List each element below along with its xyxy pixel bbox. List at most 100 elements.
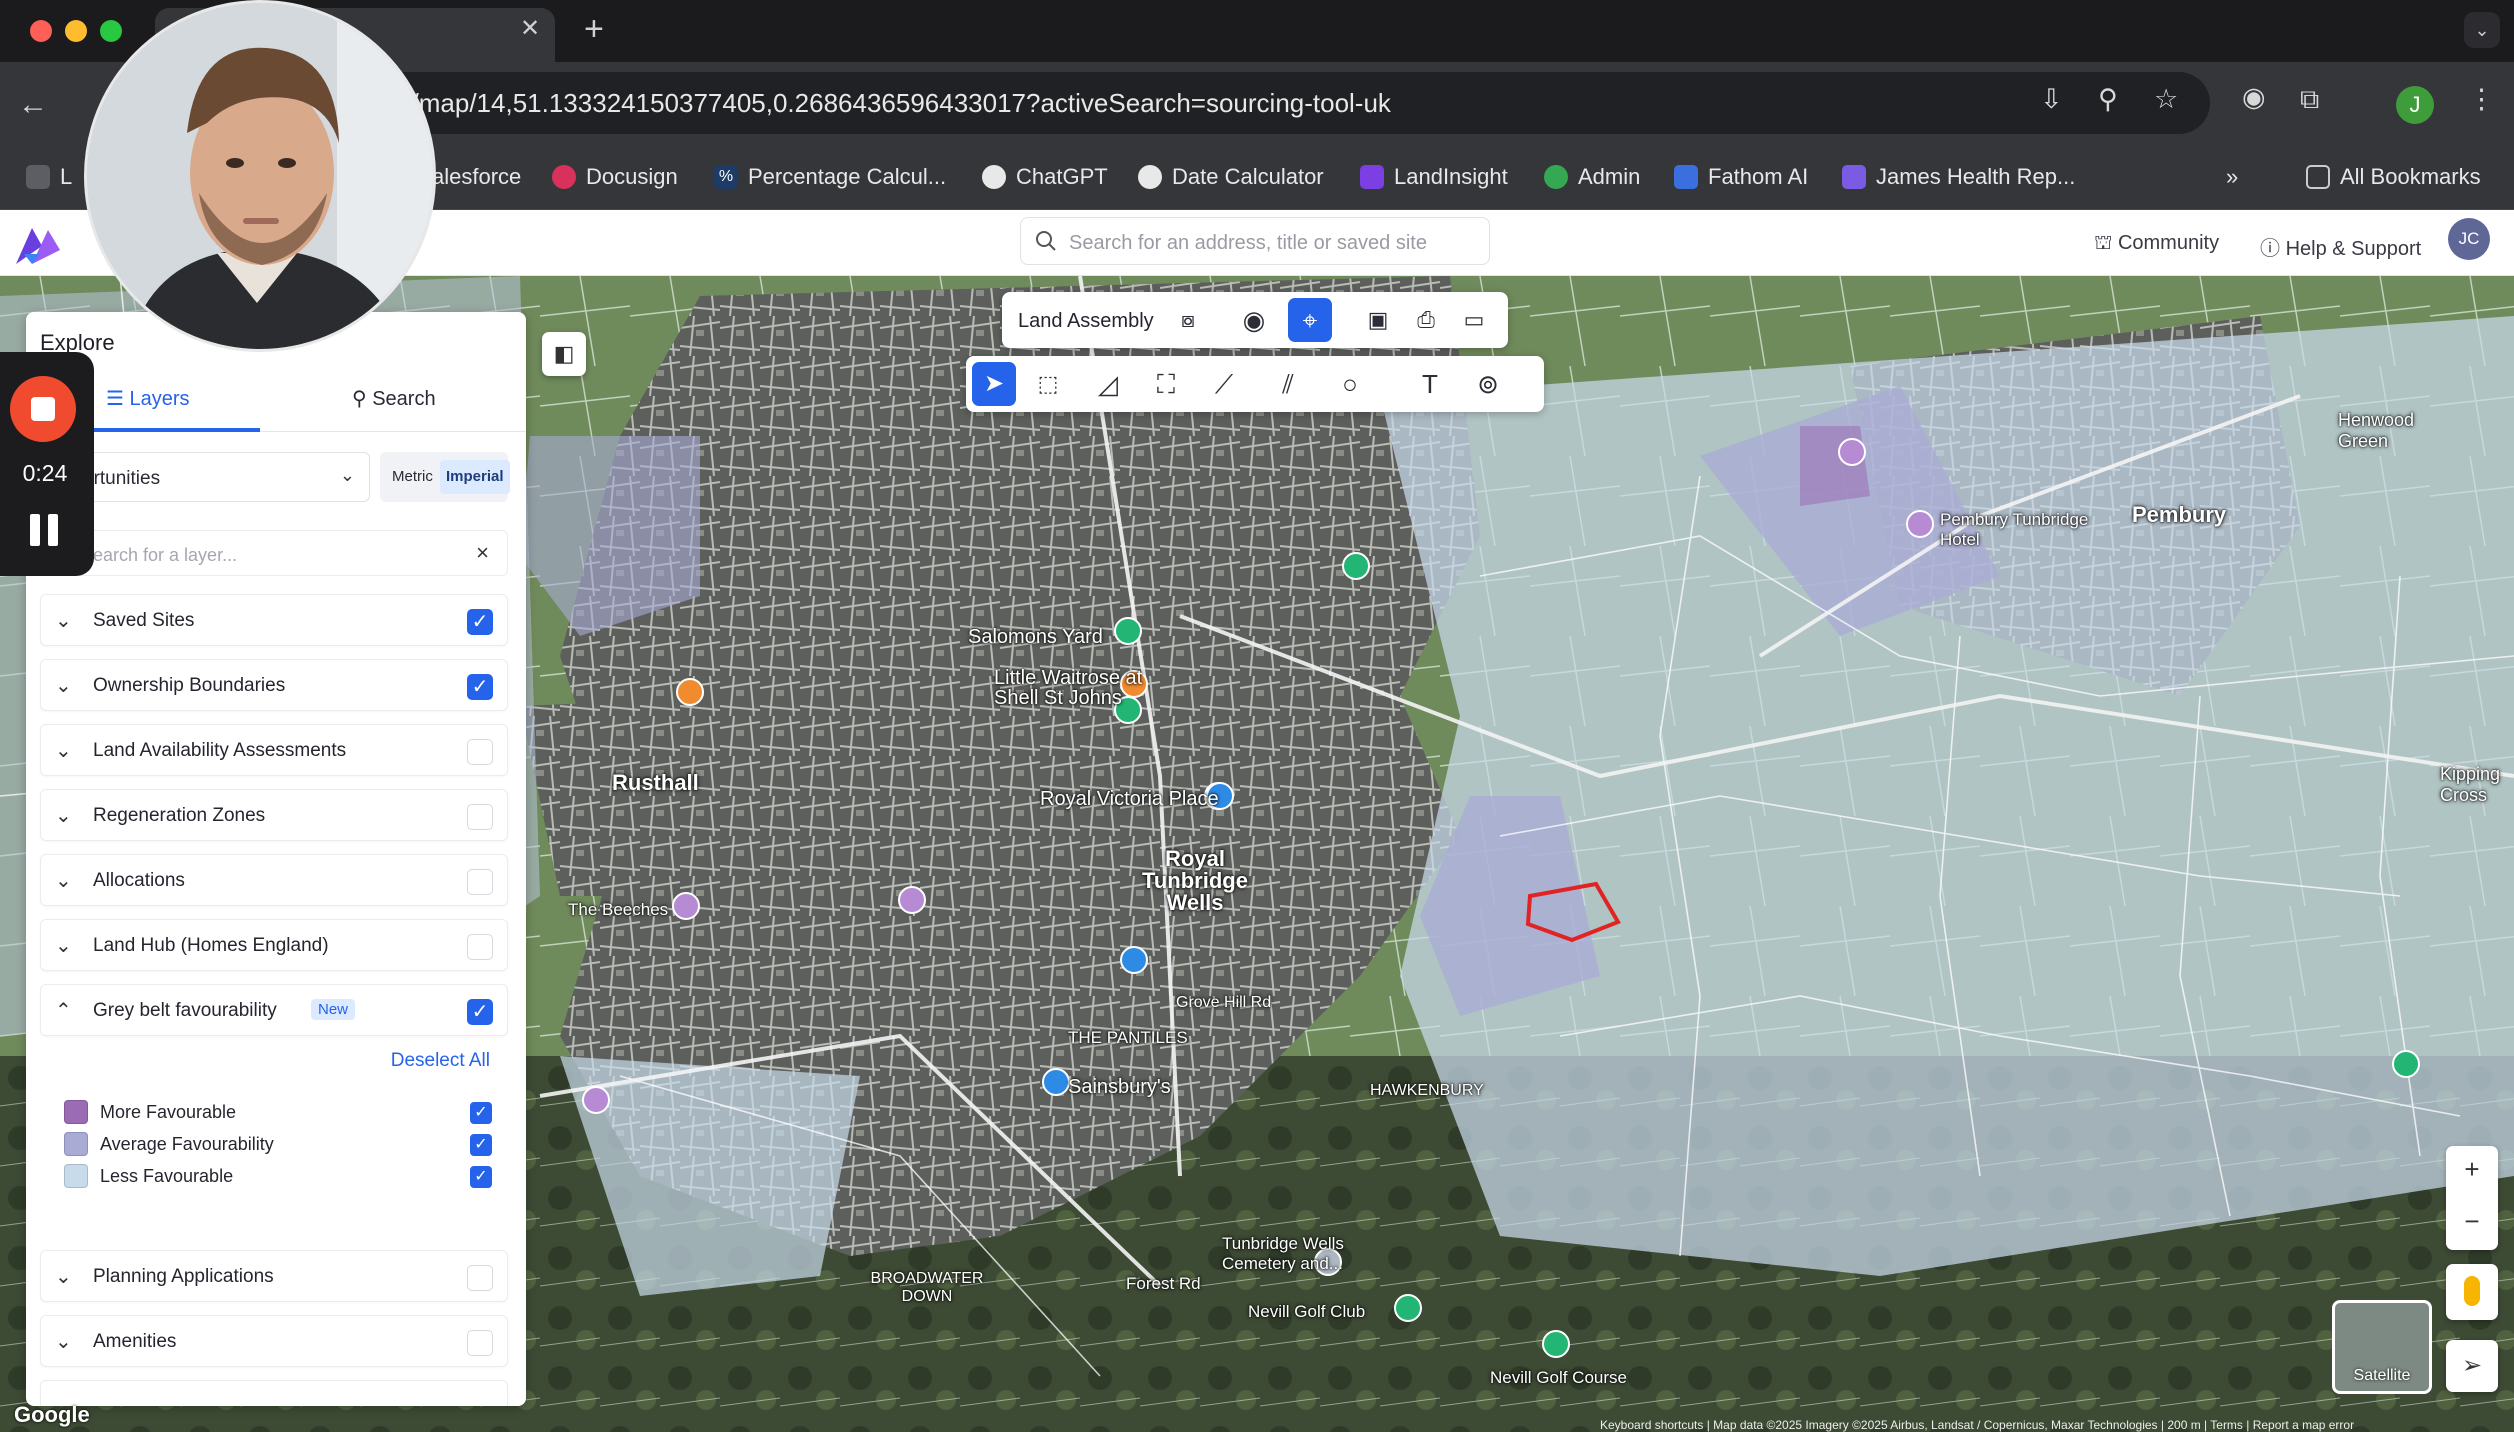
print-icon[interactable]: ⎙ <box>1404 298 1448 342</box>
chevron-down-icon[interactable]: ⌄ <box>55 1329 72 1354</box>
tab-close-icon[interactable]: ✕ <box>520 14 540 43</box>
unit-metric[interactable]: Metric <box>386 460 439 494</box>
draw-line-icon[interactable]: ⟋ <box>1202 362 1246 406</box>
satellite-toggle[interactable]: Satellite <box>2332 1300 2432 1394</box>
chevron-down-icon[interactable]: ⌄ <box>55 803 72 828</box>
street-view-pegman-icon[interactable] <box>2446 1264 2498 1320</box>
image-export-icon[interactable]: ▣ <box>1356 298 1400 342</box>
deselect-all-link[interactable]: Deselect All <box>391 1050 490 1072</box>
chevron-down-icon[interactable]: ⌄ <box>55 868 72 893</box>
map-label-kipping-cross: Kipping Cross <box>2440 764 2501 805</box>
layer-row-partial[interactable] <box>40 1380 508 1406</box>
layer-checkbox[interactable] <box>467 869 493 895</box>
legend-checkbox-less[interactable]: ✓ <box>470 1166 492 1188</box>
layer-checkbox[interactable] <box>467 934 493 960</box>
present-screen-icon[interactable]: ▭ <box>1452 298 1496 342</box>
bookmark-docusign[interactable]: Docusign <box>552 164 678 190</box>
select-cursor-icon[interactable]: ➤ <box>972 362 1016 406</box>
new-tab-button[interactable]: + <box>584 10 604 49</box>
bookmark-fathom-ai[interactable]: Fathom AI <box>1674 164 1808 190</box>
bookmark-date-calculator[interactable]: Date Calculator <box>1138 164 1324 190</box>
draw-polygon-icon[interactable]: ◿ <box>1086 362 1130 406</box>
measure-ruler-icon[interactable]: ⫽ <box>1266 362 1310 406</box>
visibility-eye-icon[interactable]: ◉ <box>1232 298 1276 342</box>
webcam-bubble[interactable] <box>84 0 436 352</box>
layer-search-input[interactable]: Search for a layer... × <box>40 530 508 576</box>
layer-row-allocations[interactable]: ⌄ Allocations <box>40 854 508 906</box>
more-bookmarks-chevron-icon[interactable]: » <box>2226 164 2238 190</box>
pause-icon[interactable] <box>30 514 60 546</box>
layer-checkbox[interactable] <box>467 1265 493 1291</box>
all-bookmarks-folder[interactable]: All Bookmarks <box>2306 164 2481 190</box>
layer-checkbox[interactable]: ✓ <box>467 674 493 700</box>
chevron-down-icon[interactable]: ⌄ <box>55 1264 72 1289</box>
layer-row-saved-sites[interactable]: ⌄ Saved Sites ✓ <box>40 594 508 646</box>
layer-row-planning-applications[interactable]: ⌄ Planning Applications <box>40 1250 508 1302</box>
chevron-down-icon[interactable]: ⌄ <box>55 673 72 698</box>
layer-checkbox[interactable]: ✓ <box>467 609 493 635</box>
add-marker-icon[interactable]: ⊚ <box>1466 362 1510 406</box>
zoom-out-icon[interactable]: − <box>2446 1206 2498 1237</box>
landinsight-logo[interactable] <box>12 224 64 268</box>
tab-layers[interactable]: ☰ Layers <box>106 386 190 411</box>
chevron-down-icon[interactable]: ⌄ <box>55 933 72 958</box>
tab-search-button[interactable]: ⌄ <box>2464 12 2500 48</box>
bookmark-salesforce[interactable]: alesforce <box>432 164 521 190</box>
chevron-up-icon[interactable]: ⌃ <box>55 998 72 1023</box>
layer-checkbox[interactable] <box>467 739 493 765</box>
land-assembly-icon[interactable]: ⧇ <box>1166 298 1210 342</box>
layer-checkbox[interactable] <box>467 1330 493 1356</box>
active-tab-indicator <box>86 428 260 432</box>
legend-checkbox-average[interactable]: ✓ <box>470 1134 492 1156</box>
extensions-puzzle-icon[interactable]: ⧉ <box>2300 84 2319 116</box>
browser-menu-icon[interactable]: ⋮ <box>2468 84 2495 115</box>
layer-checkbox[interactable]: ✓ <box>467 999 493 1025</box>
map-label-broadwater-down: BROADWATER DOWN <box>870 1270 984 1305</box>
map-mode-toolbar: Land Assembly ⧇ ◉ ⌖ ▣ ⎙ ▭ <box>1002 292 1508 348</box>
clear-search-icon[interactable]: × <box>476 540 489 566</box>
zoom-in-icon[interactable]: + <box>2446 1154 2498 1185</box>
zoom-icon[interactable]: ⚲ <box>2098 84 2118 115</box>
address-bar-url[interactable]: /landinsight/map/14,51.133324150377405,0… <box>280 88 1391 119</box>
bookmark-star-icon[interactable]: ☆ <box>2154 84 2178 115</box>
close-window-button[interactable] <box>30 20 52 42</box>
chevron-down-icon[interactable]: ⌄ <box>55 608 72 633</box>
bookmark-admin[interactable]: Admin <box>1544 164 1640 190</box>
browser-profile-avatar[interactable]: J <box>2396 86 2434 124</box>
community-link[interactable]: ⛫ Community <box>2094 232 2219 257</box>
map-attribution[interactable]: Keyboard shortcuts | Map data ©2025 Imag… <box>1600 1418 2354 1432</box>
land-assembly-label[interactable]: Land Assembly <box>1018 310 1154 333</box>
add-text-icon[interactable]: T <box>1408 362 1452 406</box>
layer-row-grey-belt[interactable]: ⌃ Grey belt favourability New ✓ <box>40 984 508 1036</box>
layer-checkbox[interactable] <box>467 804 493 830</box>
unit-imperial[interactable]: Imperial <box>440 460 510 494</box>
collapse-panel-icon[interactable]: ◧ <box>542 332 586 376</box>
legend-checkbox-more[interactable]: ✓ <box>470 1102 492 1124</box>
layer-row-regeneration-zones[interactable]: ⌄ Regeneration Zones <box>40 789 508 841</box>
layer-row-land-availability[interactable]: ⌄ Land Availability Assessments <box>40 724 508 776</box>
maximize-window-button[interactable] <box>100 20 122 42</box>
bookmark-chatgpt[interactable]: ChatGPT <box>982 164 1108 190</box>
minimize-window-button[interactable] <box>65 20 87 42</box>
bookmark-landinsight[interactable]: LandInsight <box>1360 164 1508 190</box>
my-location-icon[interactable]: ➢ <box>2446 1340 2498 1392</box>
help-support-link[interactable]: ⓘ Help & Support <box>2260 232 2421 261</box>
layer-row-ownership-boundaries[interactable]: ⌄ Ownership Boundaries ✓ <box>40 659 508 711</box>
address-search-input[interactable]: Search for an address, title or saved si… <box>1020 217 1490 265</box>
extension-record-icon[interactable]: ◉ <box>2242 82 2266 113</box>
draw-rectangle-icon[interactable]: ⛶ <box>1144 362 1188 406</box>
stop-recording-button[interactable] <box>10 376 76 442</box>
back-arrow-icon[interactable]: ← <box>18 88 48 122</box>
install-app-icon[interactable]: ⇩ <box>2040 84 2063 115</box>
bookmark-percentage-calculator[interactable]: % Percentage Calcul... <box>714 164 946 190</box>
tab-search[interactable]: ⚲ Search <box>352 386 436 411</box>
box-select-icon[interactable]: ⬚ <box>1026 362 1070 406</box>
user-avatar[interactable]: JC <box>2448 218 2490 260</box>
boundary-tool-icon[interactable]: ⌖ <box>1288 298 1332 342</box>
layer-row-amenities[interactable]: ⌄ Amenities <box>40 1315 508 1367</box>
bookmark-folder-l[interactable]: L <box>26 164 72 190</box>
bookmark-james-health-report[interactable]: James Health Rep... <box>1842 164 2075 190</box>
draw-circle-icon[interactable]: ○ <box>1328 362 1372 406</box>
chevron-down-icon[interactable]: ⌄ <box>55 738 72 763</box>
layer-row-land-hub[interactable]: ⌄ Land Hub (Homes England) <box>40 919 508 971</box>
